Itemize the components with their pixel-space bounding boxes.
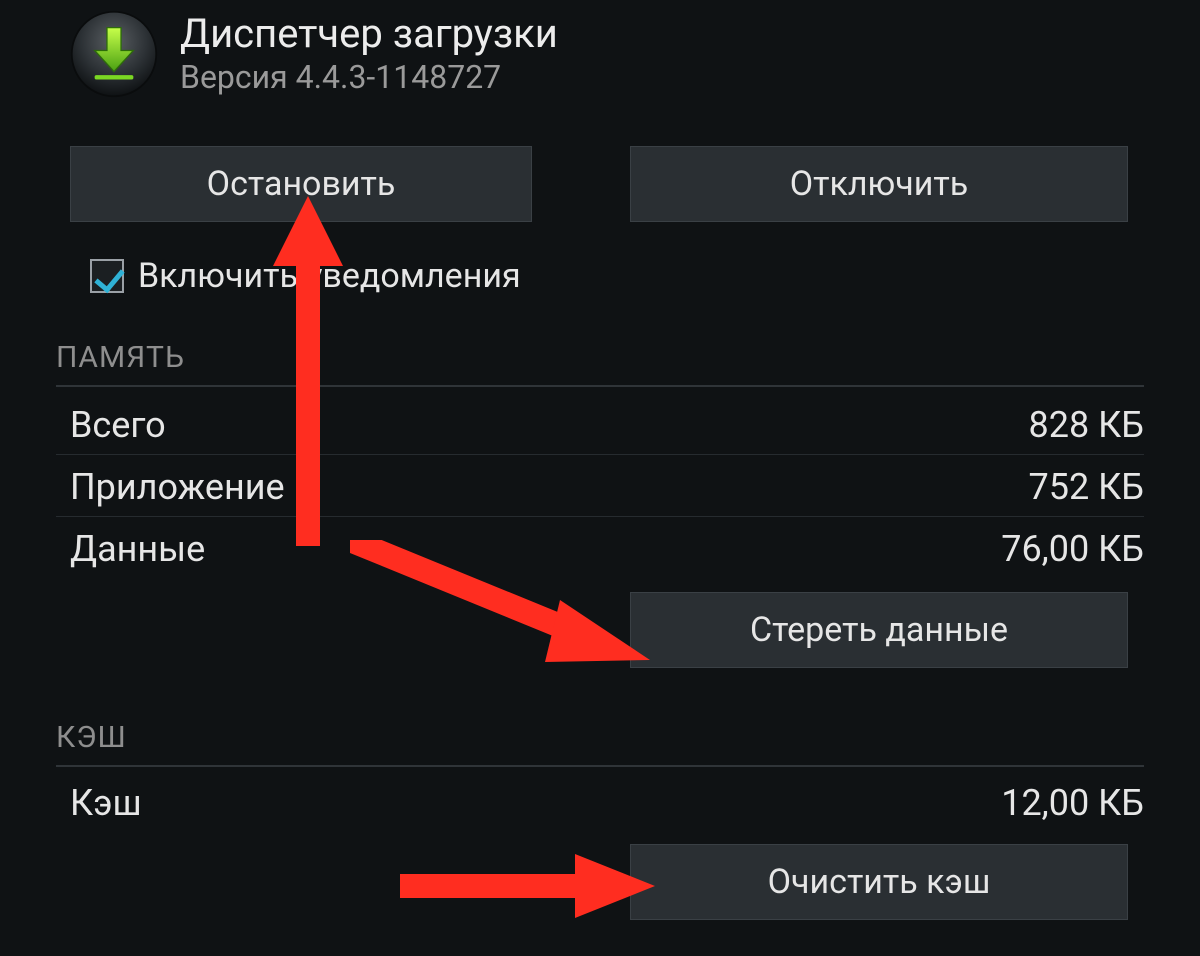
- section-header-cache: КЭШ: [56, 720, 1144, 767]
- app-version: Версия 4.4.3-1148727: [180, 58, 558, 96]
- memory-app-value: 752 КБ: [1029, 466, 1144, 508]
- app-info-screen: Диспетчер загрузки Версия 4.4.3-1148727 …: [0, 0, 1200, 956]
- stop-button[interactable]: Остановить: [70, 146, 532, 222]
- divider: [56, 516, 1144, 517]
- memory-total-value: 828 КБ: [1029, 404, 1144, 446]
- cache-label: Кэш: [70, 782, 142, 824]
- notifications-label: Включить уведомления: [138, 256, 521, 296]
- app-title: Диспетчер загрузки: [180, 12, 558, 56]
- clear-data-button[interactable]: Стереть данные: [630, 592, 1128, 668]
- download-manager-icon: [70, 10, 158, 98]
- cache-value: 12,00 КБ: [1001, 782, 1144, 824]
- memory-data-row: Данные 76,00 КБ: [70, 528, 1144, 570]
- disable-button[interactable]: Отключить: [630, 146, 1128, 222]
- section-header-memory: ПАМЯТЬ: [56, 340, 1144, 387]
- divider: [56, 454, 1144, 455]
- cache-row: Кэш 12,00 КБ: [70, 782, 1144, 824]
- memory-data-label: Данные: [70, 528, 205, 570]
- app-header: Диспетчер загрузки Версия 4.4.3-1148727: [70, 10, 558, 98]
- checkbox-icon: [90, 259, 124, 293]
- notifications-checkbox-row[interactable]: Включить уведомления: [90, 256, 521, 296]
- memory-app-row: Приложение 752 КБ: [70, 466, 1144, 508]
- memory-total-label: Всего: [70, 404, 166, 446]
- memory-total-row: Всего 828 КБ: [70, 404, 1144, 446]
- app-titles: Диспетчер загрузки Версия 4.4.3-1148727: [180, 12, 558, 96]
- clear-cache-button[interactable]: Очистить кэш: [630, 844, 1128, 920]
- memory-app-label: Приложение: [70, 466, 285, 508]
- annotation-arrow-clear-cache-icon: [400, 850, 660, 922]
- memory-data-value: 76,00 КБ: [1001, 528, 1144, 570]
